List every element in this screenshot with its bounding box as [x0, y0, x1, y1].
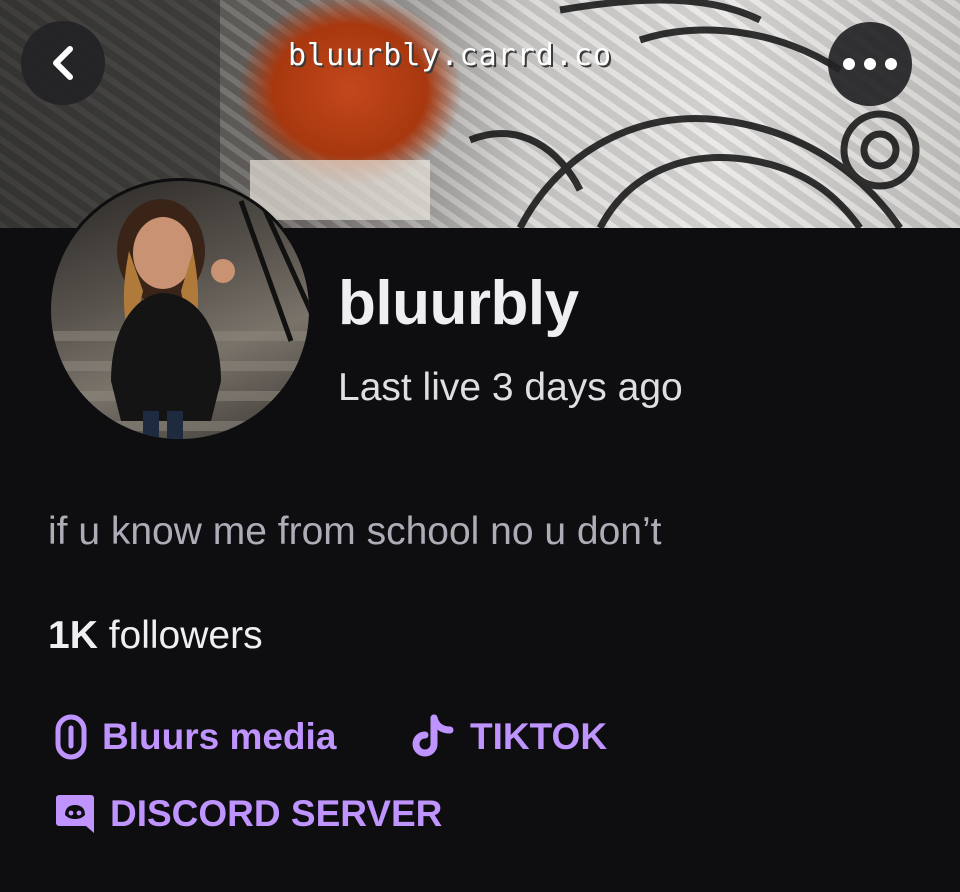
- more-horizontal-icon: [843, 58, 897, 70]
- social-link-tiktok[interactable]: TIKTOK: [412, 714, 607, 760]
- more-options-button[interactable]: [828, 22, 912, 106]
- social-link-label: TIKTOK: [470, 716, 608, 757]
- social-link-bluurs-media[interactable]: Bluurs media: [54, 714, 336, 760]
- social-link-label: DISCORD SERVER: [110, 793, 443, 834]
- banner-url-text: bluurbly.carrd.co: [288, 38, 613, 73]
- channel-bio: if u know me from school no u don’t: [48, 510, 662, 553]
- social-link-discord-server[interactable]: DISCORD SERVER: [54, 792, 442, 836]
- tiktok-icon: [412, 714, 454, 757]
- link-chain-icon: [55, 714, 87, 760]
- back-button[interactable]: [21, 21, 105, 105]
- last-live-status: Last live 3 days ago: [338, 366, 683, 409]
- avatar[interactable]: [48, 178, 312, 442]
- followers-number: 1K: [48, 614, 98, 657]
- chevron-left-icon: [53, 46, 73, 80]
- followers-label: followers: [97, 614, 263, 657]
- avatar-photo: [51, 199, 309, 439]
- followers-count[interactable]: 1K followers: [48, 614, 263, 658]
- social-link-label: Bluurs media: [102, 716, 337, 757]
- discord-icon: [56, 795, 94, 833]
- channel-username: bluurbly: [338, 269, 579, 338]
